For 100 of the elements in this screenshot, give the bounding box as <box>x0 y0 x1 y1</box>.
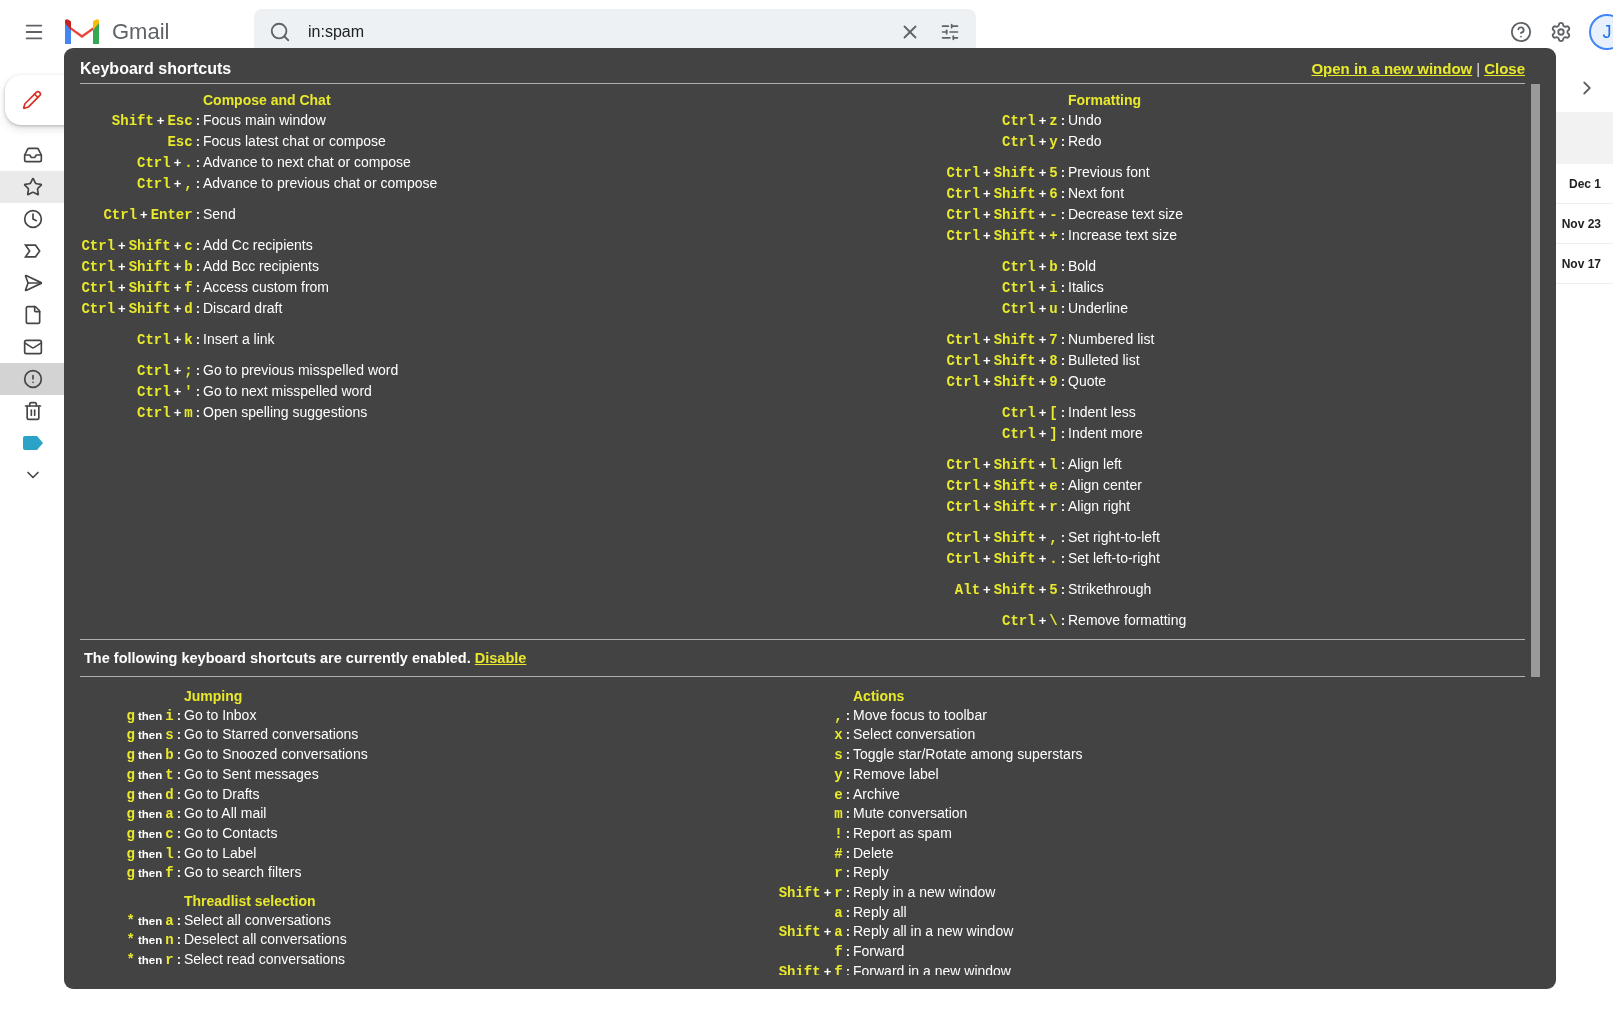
link-separator: | <box>1476 60 1481 77</box>
shortcut-keys: Esc : <box>80 131 203 152</box>
shortcut-keys: Ctrl + Shift + 9 : <box>945 371 1068 392</box>
section-heading: Formatting <box>1068 91 1142 110</box>
shortcut-keys: Ctrl + Shift + 7 : <box>945 329 1068 350</box>
shortcut-keys: g then a : <box>80 804 184 824</box>
shortcut-keys: * then n : <box>80 930 184 951</box>
shortcut-keys: Ctrl + Shift + e : <box>945 475 1068 496</box>
shortcut-description: Select read conversations <box>184 950 346 969</box>
shortcut-keys: g then s : <box>80 725 184 746</box>
shortcut-description: Mute conversation <box>853 804 968 823</box>
shortcut-keys: g then d : <box>80 784 184 805</box>
shortcut-description: Redo <box>1068 132 1102 151</box>
shortcut-keys: Ctrl + ] : <box>945 423 1068 444</box>
shortcut-keys: Shift + f : <box>749 961 853 975</box>
shortcut-keys: Ctrl + ' : <box>80 381 203 402</box>
shortcut-keys: m : <box>749 804 853 824</box>
shortcut-keys: Ctrl + Shift + - : <box>945 204 1068 225</box>
shortcut-description: Select all conversations <box>184 910 332 930</box>
shortcut-keys: # : <box>749 843 853 864</box>
shortcut-keys: Ctrl + Shift + 8 : <box>945 350 1068 371</box>
shortcut-description: Forward in a new window <box>853 961 1011 975</box>
section-heading: Actions <box>853 687 905 706</box>
shortcut-description: Focus latest chat or compose <box>203 132 386 151</box>
shortcut-keys: Ctrl + Shift + . : <box>945 548 1068 569</box>
shortcut-description: Add Cc recipients <box>203 236 313 255</box>
shortcut-description: Align center <box>1068 476 1142 495</box>
shortcut-description: Go to Label <box>184 843 257 863</box>
shortcut-keys: Ctrl + Shift + r : <box>945 496 1068 517</box>
shortcut-keys: Ctrl + y : <box>945 131 1068 152</box>
message-date: Dec 1 <box>1568 176 1601 191</box>
shortcut-description: Reply all <box>853 902 907 922</box>
shortcut-keys: g then c : <box>80 823 184 844</box>
shortcut-description: Previous font <box>1068 163 1150 182</box>
shortcut-keys: Ctrl + [ : <box>945 402 1068 423</box>
shortcut-description: Indent less <box>1068 403 1136 422</box>
section-heading: Threadlist selection <box>184 892 316 911</box>
shortcut-description: Remove formatting <box>1068 611 1187 630</box>
shortcut-keys: Ctrl + Shift + 6 : <box>945 183 1068 204</box>
shortcut-description: Open spelling suggestions <box>203 403 368 422</box>
shortcut-description: Remove label <box>853 764 939 784</box>
shortcut-keys: g then f : <box>80 863 184 884</box>
shortcut-keys: Ctrl + Shift + f : <box>80 277 203 298</box>
dialog-title: Keyboard shortcuts <box>80 60 232 78</box>
shortcut-description: Set left-to-right <box>1068 549 1160 568</box>
shortcut-keys: , : <box>749 705 853 726</box>
shortcut-description: Go to search filters <box>184 863 302 883</box>
section-heading: Compose and Chat <box>203 91 331 110</box>
message-date: Nov 17 <box>1561 256 1601 271</box>
shortcut-keys: Ctrl + Shift + b : <box>80 256 203 277</box>
shortcut-description: Access custom from <box>203 278 330 297</box>
message-date: Nov 23 <box>1561 216 1601 231</box>
shortcut-keys: Ctrl + ; : <box>80 360 203 381</box>
shortcut-keys: Ctrl + , : <box>80 173 203 194</box>
shortcut-keys: y : <box>749 764 853 785</box>
shortcut-description: Delete <box>853 843 894 863</box>
shortcut-keys: a : <box>749 902 853 923</box>
shortcut-description: Focus main window <box>203 111 326 130</box>
shortcut-keys: Ctrl + i : <box>945 277 1068 298</box>
shortcut-description: Go to previous misspelled word <box>203 361 399 380</box>
shortcut-description: Numbered list <box>1068 330 1155 349</box>
shortcut-keys: Shift + Esc : <box>80 110 203 131</box>
shortcut-description: Strikethrough <box>1068 580 1152 599</box>
shortcut-description: Forward <box>853 942 905 961</box>
shortcut-keys: r : <box>749 863 853 884</box>
shortcut-keys: Ctrl + Shift + , : <box>945 527 1068 548</box>
shortcut-description: Quote <box>1068 372 1107 391</box>
shortcut-keys: Ctrl + k : <box>80 329 203 350</box>
shortcut-description: Underline <box>1068 299 1128 318</box>
shortcut-keys: g then b : <box>80 745 184 765</box>
shortcut-description: Reply all in a new window <box>853 922 1014 942</box>
shortcut-keys: Ctrl + z : <box>945 110 1068 131</box>
shortcut-keys: f : <box>749 942 853 962</box>
shortcut-keys: x : <box>749 725 853 746</box>
shortcut-description: Go to Snoozed conversations <box>184 745 368 764</box>
shortcut-description: Align left <box>1068 455 1122 474</box>
shortcut-description: Go to Sent messages <box>184 764 319 784</box>
shortcut-keys: s : <box>749 745 853 765</box>
shortcut-description: Add Bcc recipients <box>203 257 319 276</box>
shortcut-description: Undo <box>1068 111 1102 130</box>
shortcut-description: Toggle star/Rotate among superstars <box>853 745 1083 764</box>
shortcut-keys: Ctrl + u : <box>945 298 1068 319</box>
shortcut-description: Bulleted list <box>1068 351 1140 370</box>
shortcut-keys: Ctrl + \ : <box>945 610 1068 631</box>
shortcuts-status-text: The following keyboard shortcuts are currently enabled. Disable <box>80 640 1525 677</box>
shortcut-keys: g then t : <box>80 764 184 785</box>
shortcut-keys: e : <box>749 784 853 805</box>
shortcut-description: Decrease text size <box>1068 205 1184 224</box>
section-heading: Jumping <box>184 687 243 706</box>
shortcut-description: Insert a link <box>203 330 275 349</box>
shortcut-description: Set right-to-left <box>1068 528 1160 547</box>
shortcut-keys: Ctrl + Shift + d : <box>80 298 203 319</box>
shortcut-description: Send <box>203 205 236 224</box>
shortcut-keys: ! : <box>749 823 853 844</box>
shortcut-description: Go to Inbox <box>184 705 257 725</box>
shortcut-description: Go to Starred conversations <box>184 725 359 745</box>
shortcut-description: Bold <box>1068 257 1097 276</box>
shortcut-description: Align right <box>1068 497 1131 516</box>
shortcut-description: Increase text size <box>1068 226 1177 245</box>
shortcut-keys: Ctrl + Shift + 5 : <box>945 162 1068 183</box>
